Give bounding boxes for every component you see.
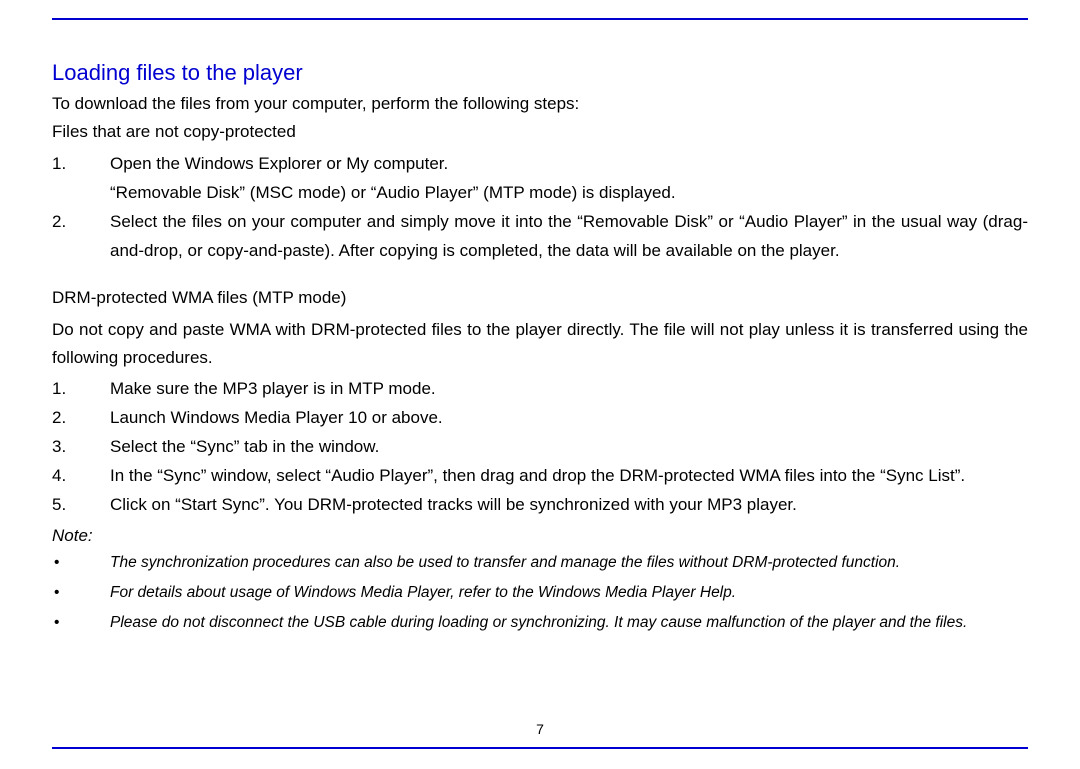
list-item: 1. Open the Windows Explorer or My compu… bbox=[52, 150, 1028, 179]
note-text: Please do not disconnect the USB cable d… bbox=[110, 608, 1028, 638]
list-text: Launch Windows Media Player 10 or above. bbox=[110, 404, 1028, 433]
list-item: 1. Make sure the MP3 player is in MTP mo… bbox=[52, 375, 1028, 404]
list-text: Click on “Start Sync”. You DRM-protected… bbox=[110, 491, 1028, 520]
bullet-icon: • bbox=[52, 578, 110, 608]
list-text: Select the “Sync” tab in the window. bbox=[110, 433, 1028, 462]
note-text: The synchronization procedures can also … bbox=[110, 548, 1028, 578]
list-item: 2. Select the files on your computer and… bbox=[52, 208, 1028, 266]
list-text: Make sure the MP3 player is in MTP mode. bbox=[110, 375, 1028, 404]
list-item: “Removable Disk” (MSC mode) or “Audio Pl… bbox=[52, 179, 1028, 208]
section-b-title: DRM-protected WMA files (MTP mode) bbox=[52, 288, 1028, 308]
section-a-title: Files that are not copy-protected bbox=[52, 122, 1028, 142]
list-number: 2. bbox=[52, 208, 110, 266]
section-b-para: Do not copy and paste WMA with DRM-prote… bbox=[52, 316, 1028, 374]
list-item: 2. Launch Windows Media Player 10 or abo… bbox=[52, 404, 1028, 433]
list-item: 3. Select the “Sync” tab in the window. bbox=[52, 433, 1028, 462]
bottom-divider bbox=[52, 747, 1028, 749]
list-text: “Removable Disk” (MSC mode) or “Audio Pl… bbox=[110, 179, 1028, 208]
list-number: 1. bbox=[52, 150, 110, 179]
list-item: 4. In the “Sync” window, select “Audio P… bbox=[52, 462, 1028, 491]
list-text: Open the Windows Explorer or My computer… bbox=[110, 150, 1028, 179]
list-number: 1. bbox=[52, 375, 110, 404]
note-item: • For details about usage of Windows Med… bbox=[52, 578, 1028, 608]
list-number: 4. bbox=[52, 462, 110, 491]
note-label: Note: bbox=[52, 526, 1028, 546]
section-a-list: 1. Open the Windows Explorer or My compu… bbox=[52, 150, 1028, 266]
bullet-icon: • bbox=[52, 548, 110, 578]
list-number: 5. bbox=[52, 491, 110, 520]
list-number: 3. bbox=[52, 433, 110, 462]
list-text: In the “Sync” window, select “Audio Play… bbox=[110, 462, 1028, 491]
section-b-list: 1. Make sure the MP3 player is in MTP mo… bbox=[52, 375, 1028, 519]
list-number bbox=[52, 179, 110, 208]
bullet-icon: • bbox=[52, 608, 110, 638]
page-number: 7 bbox=[0, 721, 1080, 737]
note-list: • The synchronization procedures can als… bbox=[52, 548, 1028, 639]
note-text: For details about usage of Windows Media… bbox=[110, 578, 1028, 608]
list-number: 2. bbox=[52, 404, 110, 433]
note-item: • The synchronization procedures can als… bbox=[52, 548, 1028, 578]
note-item: • Please do not disconnect the USB cable… bbox=[52, 608, 1028, 638]
list-item: 5. Click on “Start Sync”. You DRM-protec… bbox=[52, 491, 1028, 520]
list-text: Select the files on your computer and si… bbox=[110, 208, 1028, 266]
intro-text: To download the files from your computer… bbox=[52, 94, 1028, 114]
section-heading: Loading files to the player bbox=[52, 60, 1028, 86]
top-divider bbox=[52, 18, 1028, 20]
